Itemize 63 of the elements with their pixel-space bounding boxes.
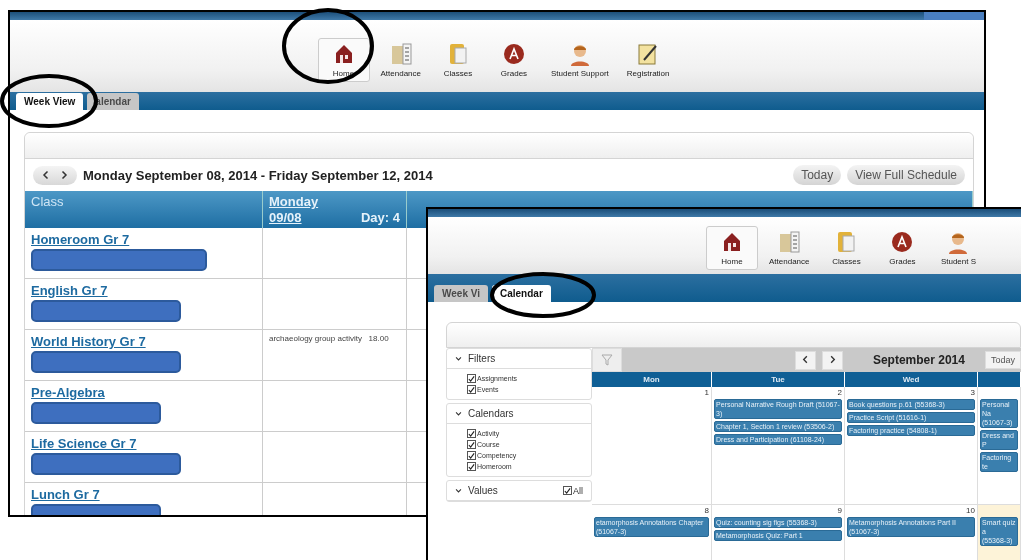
day-number: 8 [704, 506, 709, 515]
nav-item[interactable]: Home [706, 226, 758, 270]
next-button[interactable] [821, 350, 843, 370]
nav-item[interactable]: Grades [876, 226, 929, 270]
day-number: 3 [970, 388, 975, 397]
checkbox[interactable] [467, 451, 476, 460]
section-title: Filters [468, 353, 497, 364]
day-link[interactable]: Monday [269, 194, 361, 210]
nav-item[interactable]: Grades [488, 38, 540, 82]
class-link[interactable]: Pre-Algebra [31, 385, 256, 400]
collapse-icon [455, 355, 462, 362]
checkbox-label: All [573, 485, 583, 496]
checkbox[interactable] [563, 486, 572, 495]
checklist-icon [777, 230, 802, 254]
today-button[interactable]: Today [984, 351, 1021, 369]
collapse-icon [455, 487, 462, 494]
nav-item[interactable]: Classes [820, 226, 873, 270]
column-header: Class [25, 191, 263, 228]
checkbox[interactable] [467, 374, 476, 383]
chevron-left-icon [41, 169, 51, 180]
nav-item[interactable]: Home [317, 38, 370, 82]
class-link[interactable]: Life Science Gr 7 [31, 436, 256, 451]
day-number: 1 [704, 388, 709, 397]
weekday-header: Tue [712, 372, 845, 387]
nav-item[interactable]: Registration [619, 38, 677, 82]
section-title: Calendars [468, 408, 515, 419]
tab[interactable]: Calendar [492, 285, 551, 302]
nav-item[interactable]: Student Support [544, 38, 616, 82]
weekday-header: Wed [845, 372, 978, 387]
checkbox[interactable] [467, 385, 476, 394]
toolbar-button[interactable]: View Full Schedule [847, 165, 965, 185]
checkbox[interactable] [467, 440, 476, 449]
check-icon [564, 487, 571, 495]
class-link[interactable]: Lunch Gr 7 [31, 487, 256, 502]
class-link[interactable]: English Gr 7 [31, 283, 256, 298]
funnel-icon [601, 354, 613, 366]
day-number: 2 [837, 388, 842, 397]
tab[interactable]: Week View [16, 93, 84, 110]
date-range: Monday September 08, 2014 - Friday September 12, 2014 [83, 167, 434, 183]
nav-item[interactable]: Attendance [762, 226, 817, 270]
chevron-left-icon [800, 354, 810, 364]
checkbox[interactable] [467, 462, 476, 471]
nav-item[interactable]: Attendance [373, 38, 428, 82]
collapse-icon [455, 410, 462, 417]
class-link[interactable]: Homeroom Gr 7 [31, 232, 256, 247]
toolbar-button[interactable]: Today [793, 165, 842, 185]
checkbox[interactable] [467, 429, 476, 438]
date-link[interactable]: 09/08 [269, 209, 361, 225]
chevron-right-icon [59, 169, 69, 180]
section-title: Values [468, 485, 499, 496]
nav-item[interactable]: Student S [932, 226, 985, 270]
previous-button[interactable] [794, 350, 816, 370]
class-link[interactable]: World History Gr 7 [31, 334, 256, 349]
day-number: Day: 4 [360, 209, 400, 225]
day-number: 9 [837, 506, 842, 515]
grade-badge-icon [890, 230, 915, 254]
nav-item[interactable]: Classes [432, 38, 484, 82]
day-number: 10 [966, 506, 975, 515]
grade-badge-icon [502, 42, 526, 66]
weekday-header: Mon [592, 372, 712, 387]
month-title: September 2014 [872, 353, 965, 367]
schedule-entry: archaeology group activity 18.00 [269, 334, 390, 343]
tab[interactable]: Week Vi [434, 285, 488, 302]
